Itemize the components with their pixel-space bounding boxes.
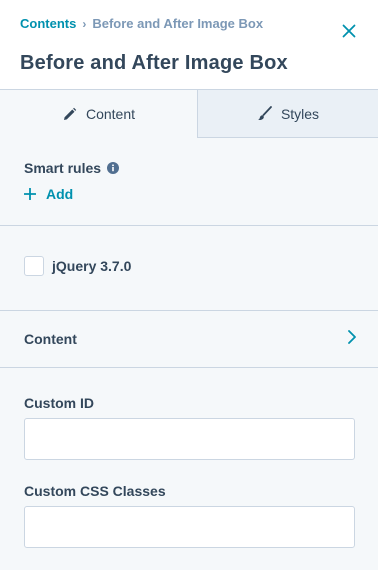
jquery-checkbox[interactable] (24, 256, 44, 276)
jquery-checkbox-label[interactable]: jQuery 3.7.0 (52, 258, 131, 274)
custom-id-label: Custom ID (24, 395, 94, 411)
content-section-toggle[interactable]: Content (0, 311, 378, 368)
tab-bar: Content Styles (0, 90, 378, 138)
breadcrumb-current: Before and After Image Box (92, 16, 264, 31)
close-icon (342, 24, 356, 38)
jquery-section: jQuery 3.7.0 (0, 226, 378, 311)
info-icon[interactable] (107, 162, 120, 174)
chevron-right-icon (348, 330, 356, 344)
custom-css-classes-label: Custom CSS Classes (24, 483, 166, 499)
plus-icon (24, 188, 36, 200)
breadcrumb-link-contents[interactable]: Contents (20, 16, 76, 31)
close-button[interactable] (338, 20, 360, 42)
add-smart-rule-button[interactable]: Add (24, 186, 73, 202)
smart-rules-section: Smart rules Add (0, 138, 378, 226)
smart-rules-heading: Smart rules (24, 160, 120, 176)
smart-rules-label: Smart rules (24, 160, 102, 176)
brush-icon (257, 106, 272, 121)
custom-css-classes-input[interactable] (24, 506, 355, 548)
panel-header: Contents › Before and After Image Box Be… (0, 0, 378, 90)
pencil-icon (62, 107, 77, 122)
page-title: Before and After Image Box (20, 52, 288, 74)
tab-styles-label: Styles (280, 105, 320, 122)
add-smart-rule-label: Add (46, 186, 74, 202)
sidebar-panel: Contents › Before and After Image Box Be… (0, 0, 378, 570)
tab-styles[interactable]: Styles (198, 90, 378, 138)
tab-content-label: Content (85, 106, 136, 122)
custom-id-input[interactable] (24, 418, 355, 460)
breadcrumb-separator: › (82, 16, 87, 31)
content-section-label: Content (24, 331, 77, 347)
tab-content[interactable]: Content (0, 90, 198, 138)
breadcrumb: Contents › Before and After Image Box (20, 16, 263, 31)
